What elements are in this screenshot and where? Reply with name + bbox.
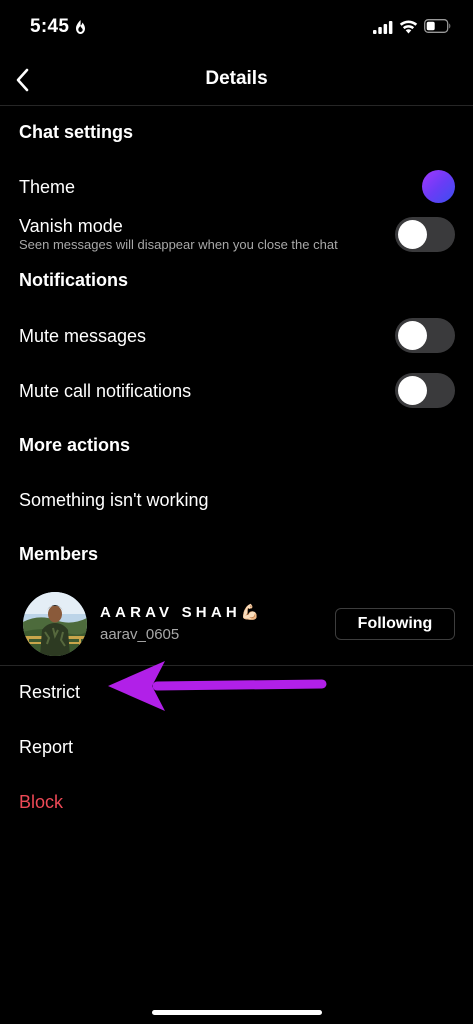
member-name[interactable]: AARAV SHAH💪🏻 (100, 603, 264, 621)
mute-messages-label: Mute messages (19, 326, 147, 346)
restrict-item[interactable]: Restrict (19, 682, 80, 703)
section-heading-chat-settings: Chat settings (19, 122, 134, 142)
theme-label[interactable]: Theme (19, 177, 75, 198)
section-heading-notifications: Notifications (19, 270, 129, 290)
header: Details (0, 56, 473, 106)
avatar-photo (23, 592, 87, 656)
avatar[interactable] (23, 592, 87, 656)
theme-color-swatch[interactable] (422, 170, 455, 203)
member-username: aarav_0605 (100, 626, 180, 643)
page-title: Details (205, 68, 268, 89)
section-heading-members: Members (19, 544, 99, 564)
vanish-mode-label: Vanish mode (19, 216, 123, 236)
annotation-arrow-icon (108, 661, 327, 711)
home-indicator (152, 1010, 322, 1015)
toggle-knob (398, 220, 427, 249)
vanish-mode-toggle[interactable] (395, 217, 455, 252)
location-icon (76, 20, 85, 34)
mute-call-notifications-toggle[interactable] (395, 373, 455, 408)
block-item[interactable]: Block (19, 792, 63, 813)
section-heading-more-actions: More actions (19, 435, 131, 455)
mute-call-notifications-label: Mute call notifications (19, 381, 192, 401)
something-isnt-working-item[interactable]: Something isn't working (19, 490, 209, 511)
battery-icon (424, 19, 451, 33)
mute-messages-toggle[interactable] (395, 318, 455, 353)
toggle-knob (398, 321, 427, 350)
status-bar: 5:45 (0, 0, 473, 56)
vanish-mode-description: Seen messages will disappear when you cl… (19, 237, 338, 252)
report-item[interactable]: Report (19, 737, 73, 758)
toggle-knob (398, 376, 427, 405)
wifi-icon (399, 20, 418, 34)
status-time: 5:45 (30, 16, 70, 37)
signal-icon (373, 21, 393, 34)
following-button[interactable]: Following (335, 608, 455, 640)
